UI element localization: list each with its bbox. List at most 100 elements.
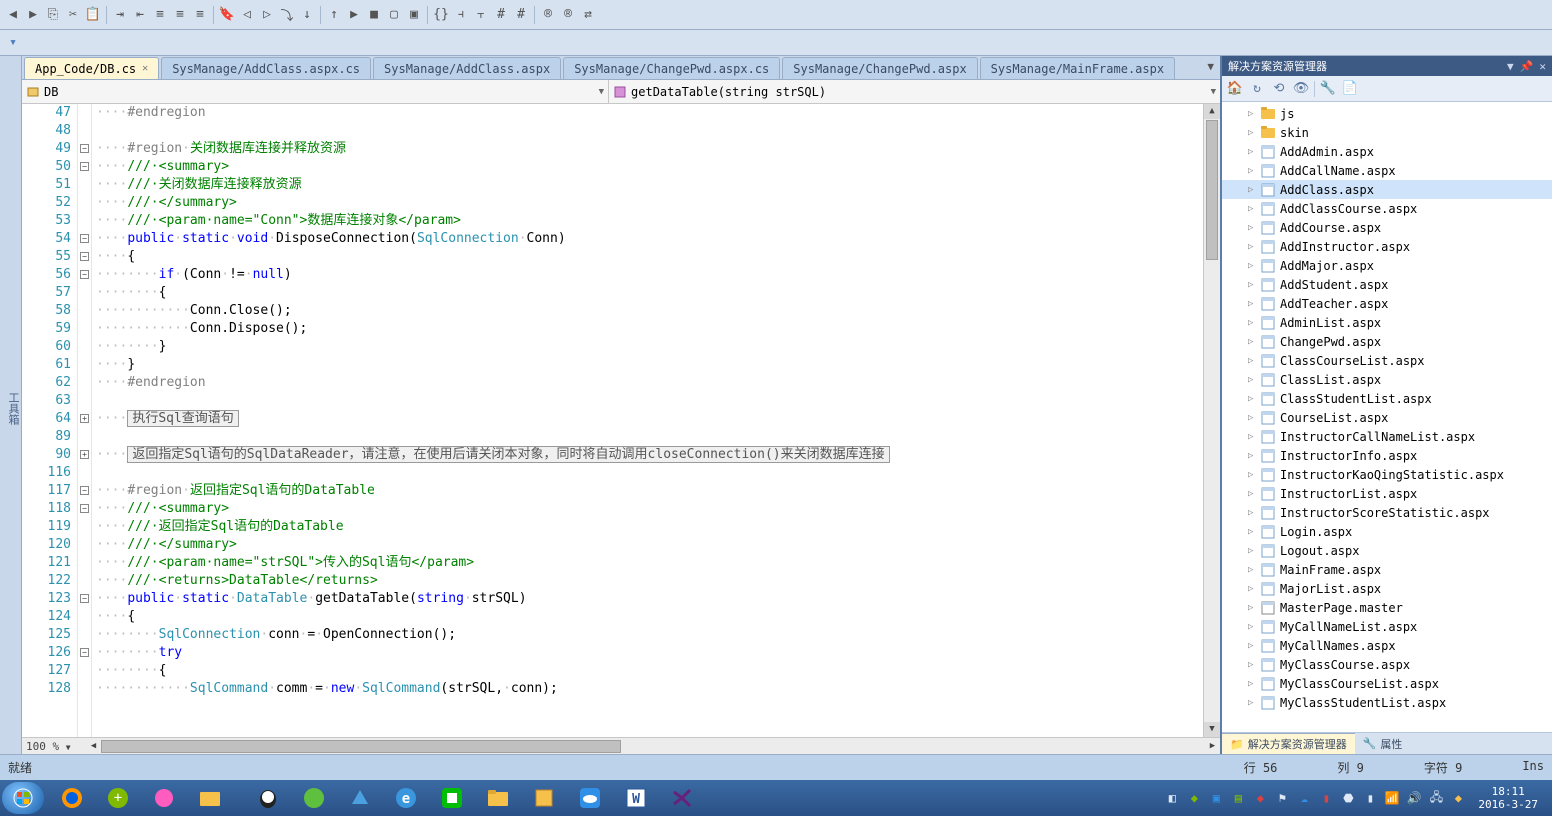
expand-icon[interactable]: ▷ bbox=[1248, 299, 1260, 309]
expand-icon[interactable]: ▷ bbox=[1248, 451, 1260, 461]
bookmark-next-icon[interactable]: ▷ bbox=[258, 6, 276, 24]
taskbar-snip[interactable] bbox=[522, 783, 566, 813]
code-line[interactable]: ····///·<summary> bbox=[96, 500, 1199, 518]
tree-item[interactable]: ▷InstructorList.aspx bbox=[1222, 484, 1552, 503]
fold-toggle-icon[interactable]: + bbox=[80, 450, 89, 459]
solution-tree[interactable]: ▷js▷skin▷AddAdmin.aspx▷AddCallName.aspx▷… bbox=[1222, 102, 1552, 732]
code-line[interactable]: ····#endregion bbox=[96, 104, 1199, 122]
expand-icon[interactable]: ▷ bbox=[1248, 280, 1260, 290]
tray-icon[interactable]: ▮ bbox=[1362, 790, 1378, 806]
code-line[interactable]: ····} bbox=[96, 356, 1199, 374]
horizontal-scrollbar[interactable]: 100 % ▼ ◀ ▶ bbox=[22, 737, 1220, 754]
document-tab[interactable]: App_Code/DB.cs✕ bbox=[24, 57, 159, 79]
expand-icon[interactable]: ▷ bbox=[1248, 185, 1260, 195]
tree-item[interactable]: ▷MainFrame.aspx bbox=[1222, 560, 1552, 579]
tree-item[interactable]: ▷ClassCourseList.aspx bbox=[1222, 351, 1552, 370]
code-line[interactable]: ····{➜ bbox=[96, 248, 1199, 266]
expand-icon[interactable]: ▷ bbox=[1248, 375, 1260, 385]
panel-tab[interactable]: 📁解决方案资源管理器 bbox=[1222, 733, 1355, 754]
expand-icon[interactable]: ▷ bbox=[1248, 356, 1260, 366]
taskbar-word[interactable]: W bbox=[614, 783, 658, 813]
taskbar-clock[interactable]: 18:11 2016-3-27 bbox=[1472, 785, 1544, 811]
fold-toggle-icon[interactable]: − bbox=[80, 486, 89, 495]
fold-toggle-icon[interactable]: − bbox=[80, 594, 89, 603]
code-line[interactable]: ········try bbox=[96, 644, 1199, 662]
tray-icon[interactable]: ⬣ bbox=[1340, 790, 1356, 806]
square-icon[interactable]: ▢ bbox=[385, 6, 403, 24]
code-line[interactable]: ····public·static·DataTable·getDataTable… bbox=[96, 590, 1199, 608]
tree-item[interactable]: ▷AddCourse.aspx bbox=[1222, 218, 1552, 237]
tray-network-icon[interactable]: 🖧 bbox=[1428, 790, 1444, 806]
tree-item[interactable]: ▷InstructorCallNameList.aspx bbox=[1222, 427, 1552, 446]
fold-toggle-icon[interactable]: − bbox=[80, 144, 89, 153]
tree-item[interactable]: ▷MyClassStudentList.aspx bbox=[1222, 693, 1552, 712]
code-line[interactable] bbox=[96, 464, 1199, 482]
fold-toggle-icon[interactable]: − bbox=[80, 252, 89, 261]
expand-icon[interactable]: ▷ bbox=[1248, 242, 1260, 252]
stop-icon[interactable]: ■ bbox=[365, 6, 383, 24]
code-line[interactable] bbox=[96, 122, 1199, 140]
tray-icon[interactable]: ⚑ bbox=[1274, 790, 1290, 806]
code-line[interactable]: ········SqlConnection·conn·=·OpenConnect… bbox=[96, 626, 1199, 644]
expand-icon[interactable]: ▷ bbox=[1248, 698, 1260, 708]
tray-icon[interactable]: ◆ bbox=[1450, 790, 1466, 806]
tree-item[interactable]: ▷InstructorInfo.aspx bbox=[1222, 446, 1552, 465]
expand-icon[interactable]: ▷ bbox=[1248, 565, 1260, 575]
tree-item[interactable]: ▷ChangePwd.aspx bbox=[1222, 332, 1552, 351]
code-line[interactable]: ········if·(Conn·!=·null) bbox=[96, 266, 1199, 284]
expand-icon[interactable]: ▷ bbox=[1248, 470, 1260, 480]
vertical-scrollbar[interactable]: ▲ ▼ bbox=[1203, 104, 1220, 737]
sync-icon[interactable]: ⟲ bbox=[1270, 80, 1288, 98]
expand-icon[interactable]: ▷ bbox=[1248, 660, 1260, 670]
view-code-icon[interactable]: 📄 bbox=[1341, 80, 1359, 98]
scroll-up-icon[interactable]: ▲ bbox=[1204, 104, 1220, 119]
expand-icon[interactable]: ▷ bbox=[1248, 489, 1260, 499]
bookmark-prev-icon[interactable]: ◁ bbox=[238, 6, 256, 24]
tree-item[interactable]: ▷MasterPage.master bbox=[1222, 598, 1552, 617]
outdent-icon[interactable]: ⇤ bbox=[131, 6, 149, 24]
expand-icon[interactable]: ▷ bbox=[1248, 109, 1260, 119]
toolbox-sidebar[interactable]: 工具箱 bbox=[0, 56, 22, 754]
reg-icon[interactable]: ® bbox=[539, 6, 557, 24]
taskbar-cloud[interactable] bbox=[568, 783, 612, 813]
fold-toggle-icon[interactable]: − bbox=[80, 648, 89, 657]
expand-icon[interactable]: ▷ bbox=[1248, 261, 1260, 271]
taskbar-app-green[interactable]: + bbox=[96, 783, 140, 813]
panel-pin-icon[interactable]: 📌 bbox=[1520, 60, 1534, 73]
tab-overflow-icon[interactable]: ▼ bbox=[1207, 60, 1214, 73]
tree-item[interactable]: ▷MajorList.aspx bbox=[1222, 579, 1552, 598]
tree-item[interactable]: ▷ClassStudentList.aspx bbox=[1222, 389, 1552, 408]
tree-item[interactable]: ▷MyClassCourseList.aspx bbox=[1222, 674, 1552, 693]
hex2-icon[interactable]: # bbox=[512, 6, 530, 24]
taskbar-app-pink[interactable] bbox=[142, 783, 186, 813]
code-line[interactable]: ····{ bbox=[96, 608, 1199, 626]
panel-menu-icon[interactable]: ▼ bbox=[1507, 60, 1514, 73]
expand-icon[interactable]: ▷ bbox=[1248, 508, 1260, 518]
code-line[interactable]: ········{ bbox=[96, 284, 1199, 302]
expand-icon[interactable]: ▷ bbox=[1248, 679, 1260, 689]
nav-back-icon[interactable]: ◀ bbox=[4, 6, 22, 24]
taskbar-app-bird[interactable] bbox=[338, 783, 382, 813]
document-tab[interactable]: SysManage/AddClass.aspx.cs bbox=[161, 57, 371, 79]
scroll-thumb[interactable] bbox=[1206, 120, 1218, 260]
align-r-icon[interactable]: ≡ bbox=[191, 6, 209, 24]
fold-toggle-icon[interactable]: − bbox=[80, 504, 89, 513]
nav-fwd-icon[interactable]: ▶ bbox=[24, 6, 42, 24]
scroll-left-icon[interactable]: ◀ bbox=[86, 741, 101, 751]
tray-icon[interactable]: 📶 bbox=[1384, 790, 1400, 806]
tray-icon[interactable]: ▣ bbox=[1208, 790, 1224, 806]
code-line[interactable]: ····///·<param·name="Conn">数据库连接对象</para… bbox=[96, 212, 1199, 230]
reg2-icon[interactable]: ® bbox=[559, 6, 577, 24]
tab-close-icon[interactable]: ✕ bbox=[142, 63, 148, 74]
code-editor[interactable]: 4748495051525354555657585960616263648990… bbox=[22, 104, 1220, 737]
tree-item[interactable]: ▷skin bbox=[1222, 123, 1552, 142]
code-content[interactable]: ····#endregion ····#region·关闭数据库连接并释放资源·… bbox=[92, 104, 1203, 737]
expand-icon[interactable]: ▷ bbox=[1248, 204, 1260, 214]
code-line[interactable]: ····///·<returns>DataTable</returns> bbox=[96, 572, 1199, 590]
tree-item[interactable]: ▷AddInstructor.aspx bbox=[1222, 237, 1552, 256]
tree-item[interactable]: ▷Login.aspx bbox=[1222, 522, 1552, 541]
tree-item[interactable]: ▷MyCallNames.aspx bbox=[1222, 636, 1552, 655]
align-l-icon[interactable]: ≡ bbox=[151, 6, 169, 24]
expand-icon[interactable]: ▷ bbox=[1248, 394, 1260, 404]
tree-item[interactable]: ▷AddAdmin.aspx bbox=[1222, 142, 1552, 161]
